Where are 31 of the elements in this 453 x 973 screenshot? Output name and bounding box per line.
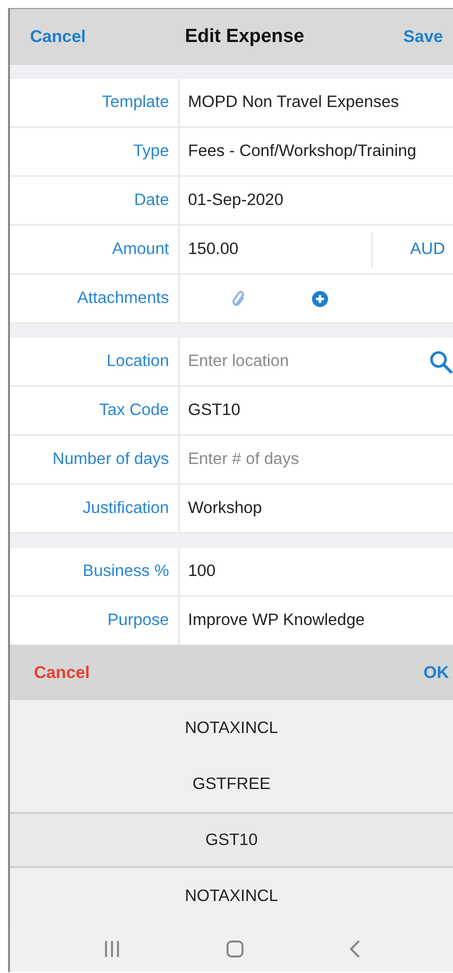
field-label: Date: [134, 191, 169, 210]
field-value[interactable]: 150.00: [188, 240, 238, 258]
picker-option[interactable]: NOTAXINCL: [10, 868, 453, 924]
field-value[interactable]: Workshop: [188, 499, 262, 518]
field-value[interactable]: Fees - Conf/Workshop/Training: [188, 142, 416, 161]
currency-link[interactable]: AUD: [410, 240, 445, 259]
field-label: Attachments: [77, 289, 169, 308]
field-label: Business %: [82, 562, 169, 581]
search-icon[interactable]: [429, 350, 453, 374]
field-value[interactable]: MOPD Non Travel Expenses: [188, 93, 399, 112]
field-label: Number of days: [52, 450, 169, 469]
field-value[interactable]: 01-Sep-2020: [188, 191, 284, 210]
picker-option[interactable]: NOTAXINCL: [10, 700, 453, 756]
field-label: Justification: [82, 499, 169, 518]
field-label: Template: [102, 93, 169, 112]
field-label: Type: [133, 142, 169, 161]
back-icon[interactable]: [348, 940, 360, 958]
field-label: Amount: [112, 240, 169, 259]
picker-option[interactable]: GST10: [10, 812, 453, 868]
field-value[interactable]: Improve WP Knowledge: [188, 611, 365, 630]
add-icon[interactable]: [312, 290, 328, 306]
home-icon[interactable]: [226, 940, 244, 958]
paperclip-icon[interactable]: [232, 290, 246, 308]
field-value[interactable]: 100: [188, 562, 216, 581]
field-label: Location: [106, 352, 169, 371]
field-label: Purpose: [108, 611, 169, 630]
field-value[interactable]: GST10: [188, 401, 240, 420]
picker-option[interactable]: GSTFREE: [10, 756, 453, 812]
recent-apps-icon[interactable]: [102, 940, 120, 958]
screen-title: Edit Expense: [184, 26, 304, 48]
field-label: Tax Code: [99, 401, 169, 420]
